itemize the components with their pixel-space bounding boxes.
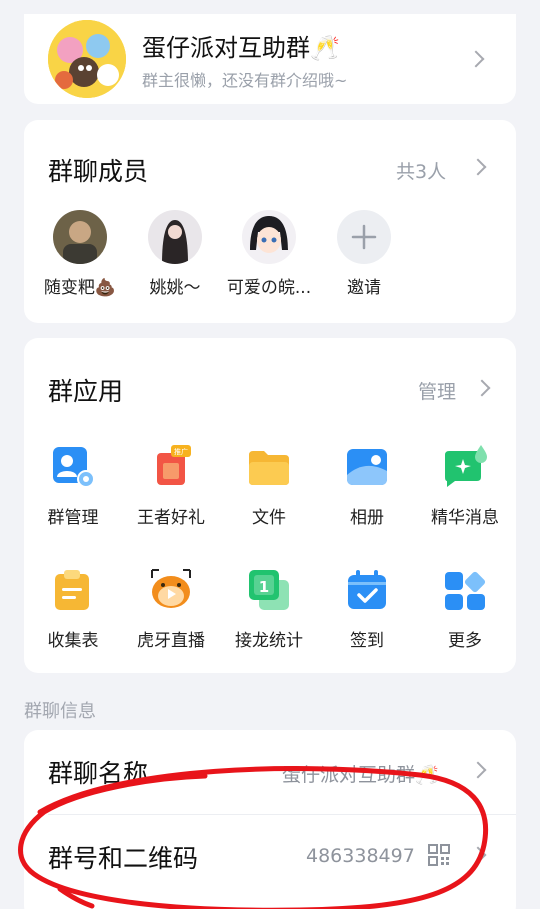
app-label: 王者好礼 xyxy=(137,508,205,528)
album-icon xyxy=(345,445,389,489)
app-checkin[interactable]: 签到 xyxy=(318,568,416,651)
member-name: 姚姚～ xyxy=(149,278,201,298)
members-card: 群聊成员 共3人 随变粑💩 姚姚～ 可爱の皖... 邀请 xyxy=(24,120,516,323)
app-files[interactable]: 文件 xyxy=(220,445,318,528)
essence-message-icon xyxy=(443,445,487,489)
group-info-card: 群聊名称 蛋仔派对互助群🥂 群号和二维码 486338497 xyxy=(24,730,516,909)
chevron-right-icon xyxy=(469,761,487,779)
group-name-value: 蛋仔派对互助群🥂 xyxy=(282,764,439,786)
app-label: 收集表 xyxy=(47,631,99,651)
folder-icon xyxy=(247,445,291,489)
members-count[interactable]: 共3人 xyxy=(396,157,446,184)
checkin-calendar-icon xyxy=(345,568,389,612)
app-label: 更多 xyxy=(448,631,482,651)
app-label: 签到 xyxy=(350,631,384,651)
more-apps-icon xyxy=(443,568,487,612)
qr-code-icon xyxy=(428,844,450,870)
gift-icon: 推广 xyxy=(149,445,193,489)
group-number-label: 群号和二维码 xyxy=(48,844,199,873)
app-label: 虎牙直播 xyxy=(137,631,205,651)
member-item[interactable]: 随变粑💩 xyxy=(35,210,125,298)
app-label: 接龙统计 xyxy=(235,631,303,651)
app-collect-form[interactable]: 收集表 xyxy=(24,568,122,651)
app-group-manage[interactable]: 群管理 xyxy=(24,445,122,528)
group-number-row[interactable]: 群号和二维码 486338497 xyxy=(24,815,516,899)
app-label: 精华消息 xyxy=(431,508,499,528)
svg-text:推广: 推广 xyxy=(174,447,188,456)
member-item[interactable]: 可爱の皖... xyxy=(224,210,314,298)
group-name-row[interactable]: 群聊名称 蛋仔派对互助群🥂 xyxy=(24,730,516,815)
app-relay-stats[interactable]: 1 接龙统计 xyxy=(220,568,318,651)
member-item[interactable]: 姚姚～ xyxy=(130,210,220,298)
chevron-right-icon[interactable] xyxy=(469,158,487,176)
member-name: 随变粑💩 xyxy=(43,278,117,298)
member-avatar xyxy=(242,210,296,264)
clipboard-icon xyxy=(51,568,95,612)
app-huya-live[interactable]: 虎牙直播 xyxy=(122,568,220,651)
group-info-section-label: 群聊信息 xyxy=(24,701,96,722)
group-description: 群主很懒，还没有群介绍哦~ xyxy=(142,71,348,90)
apps-title: 群应用 xyxy=(48,377,124,406)
plus-icon xyxy=(337,210,391,264)
member-avatar xyxy=(53,210,107,264)
app-essence-messages[interactable]: 精华消息 xyxy=(416,445,514,528)
svg-text:1: 1 xyxy=(259,578,269,596)
group-header-card[interactable]: 蛋仔派对互助群🥂 群主很懒，还没有群介绍哦~ xyxy=(24,14,516,104)
members-title: 群聊成员 xyxy=(48,157,149,186)
app-label: 文件 xyxy=(252,508,286,528)
group-apps-card: 群应用 管理 群管理 推广 王者好礼 文件 相册 精华消息 收集表 虎牙直播 1… xyxy=(24,338,516,673)
chevron-right-icon xyxy=(469,846,487,864)
group-name: 蛋仔派对互助群🥂 xyxy=(142,34,340,62)
app-album[interactable]: 相册 xyxy=(318,445,416,528)
group-name-label: 群聊名称 xyxy=(48,759,149,788)
app-gift[interactable]: 推广 王者好礼 xyxy=(122,445,220,528)
app-label: 群管理 xyxy=(47,508,99,528)
invite-label: 邀请 xyxy=(347,278,381,298)
app-label: 相册 xyxy=(350,508,384,528)
app-more[interactable]: 更多 xyxy=(416,568,514,651)
apps-manage-link[interactable]: 管理 xyxy=(418,377,456,404)
group-manage-icon xyxy=(51,445,95,489)
chevron-right-icon[interactable] xyxy=(473,379,491,397)
chevron-right-icon xyxy=(467,50,485,68)
invite-member-button[interactable]: 邀请 xyxy=(319,210,409,298)
huya-live-icon xyxy=(149,568,193,612)
group-avatar xyxy=(48,20,126,98)
member-name: 可爱の皖... xyxy=(226,278,312,298)
member-avatar xyxy=(148,210,202,264)
relay-stats-icon: 1 xyxy=(247,568,291,612)
group-number-value: 486338497 xyxy=(306,845,415,867)
